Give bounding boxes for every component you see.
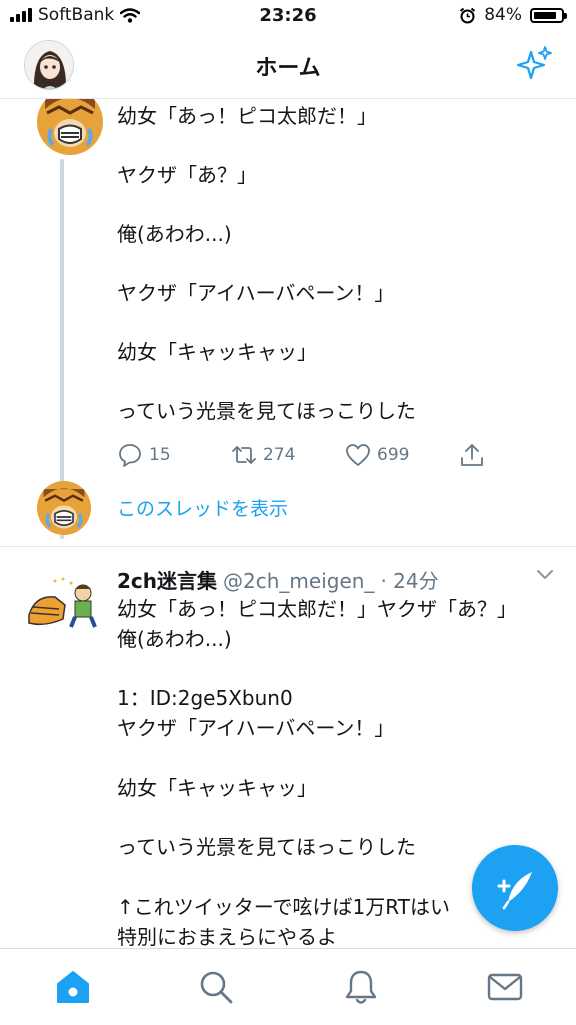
compose-button[interactable]: [472, 845, 558, 931]
compose-icon: [497, 872, 532, 910]
caret-down-icon[interactable]: [536, 569, 554, 581]
retweet-icon: [232, 446, 256, 464]
tweet-actions: 15 274 699: [117, 442, 573, 468]
battery-icon: [530, 7, 567, 23]
top-bar: ホーム: [0, 34, 576, 99]
thread-avatar[interactable]: [37, 481, 91, 535]
messages-icon[interactable]: [485, 967, 525, 1007]
reply-icon: [119, 444, 141, 467]
tweet-time: · 24分: [380, 569, 439, 593]
timeline[interactable]: 幼女「あっ！ピコ太郎だ！」 ヤクザ「あ？」 俺(あわわ...) ヤクザ「アイハー…: [0, 99, 576, 948]
share-button[interactable]: [459, 442, 573, 468]
notifications-icon[interactable]: [341, 967, 381, 1007]
like-icon: [346, 444, 370, 466]
like-count: 699: [377, 445, 410, 465]
tweet-avatar[interactable]: [25, 575, 103, 631]
battery-percent: 84%: [484, 5, 522, 25]
retweet-button[interactable]: 274: [231, 442, 345, 468]
retweet-count: 274: [263, 445, 296, 465]
like-button[interactable]: 699: [345, 442, 459, 468]
show-thread-link[interactable]: このスレッドを表示: [117, 494, 288, 521]
author-name[interactable]: 2ch迷言集: [117, 565, 217, 594]
alarm-icon: [460, 7, 476, 23]
page-title: ホーム: [255, 56, 321, 81]
sparkle-icon[interactable]: [514, 44, 554, 84]
tweet-header: 2ch迷言集 @2ch_meigen_ · 24分: [117, 565, 439, 594]
home-icon[interactable]: [53, 967, 93, 1007]
share-icon: [461, 444, 483, 466]
status-bar: SoftBank 23:26 84%: [0, 0, 576, 34]
tweet-text: 幼女「あっ！ピコ太郎だ！」 ヤクザ「あ？」 俺(あわわ...) ヤクザ「アイハー…: [117, 104, 416, 423]
tweet-avatar[interactable]: [37, 99, 103, 155]
reply-count: 15: [149, 445, 171, 465]
tweet-divider: [0, 546, 576, 547]
author-handle[interactable]: @2ch_meigen_: [223, 569, 374, 593]
tab-bar: [0, 948, 576, 1025]
reply-button[interactable]: 15: [117, 442, 231, 468]
search-icon[interactable]: [196, 967, 236, 1007]
